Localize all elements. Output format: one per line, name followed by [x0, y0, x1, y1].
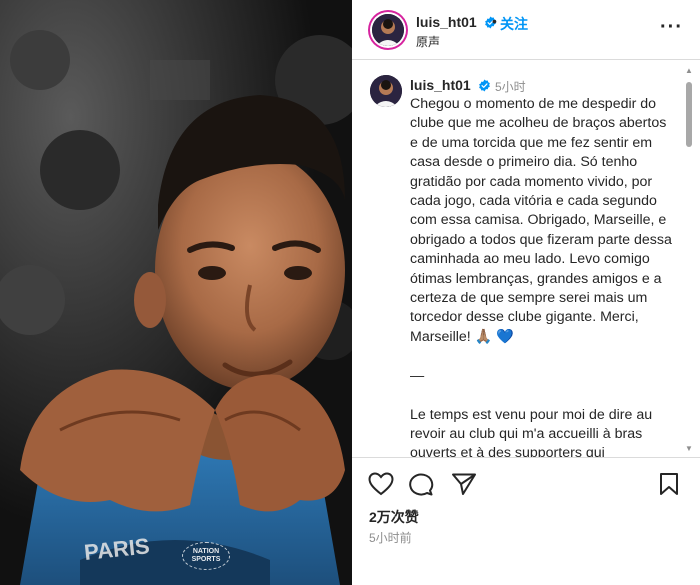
avatar-image: [370, 75, 402, 107]
more-options-button[interactable]: ···: [660, 17, 683, 37]
player-photo: PARIS: [0, 0, 352, 585]
post-header: luis_ht01 • 关注 原声 ···: [352, 0, 700, 60]
post-time[interactable]: 5小时前: [369, 529, 412, 546]
verified-badge-icon: [478, 79, 490, 92]
caption-author-avatar[interactable]: [370, 75, 402, 107]
comments-section[interactable]: luis_ht01 5小时 Chegou o momento de me des…: [352, 61, 700, 457]
original-audio-link[interactable]: 原声: [416, 33, 440, 50]
caption-timestamp: 5小时: [495, 80, 526, 94]
author-username[interactable]: luis_ht01: [416, 14, 497, 30]
heart-icon[interactable]: [368, 472, 394, 501]
caption-text: Chegou o momento de me despedir do clube…: [410, 96, 672, 457]
scroll-thumb[interactable]: [686, 82, 692, 147]
like-count[interactable]: 2万次赞: [369, 507, 419, 527]
scroll-down-arrow-icon[interactable]: ▼: [685, 444, 693, 453]
paper-plane-icon[interactable]: [451, 472, 477, 501]
author-username-text: luis_ht01: [416, 14, 477, 30]
scroll-up-arrow-icon[interactable]: ▲: [685, 66, 693, 75]
caption-username-text: luis_ht01: [410, 77, 471, 93]
avatar-image: [372, 14, 404, 46]
nation-sports-watermark: NATION SPORTS: [182, 542, 230, 570]
watermark-line-2: SPORTS: [191, 556, 221, 563]
post-media[interactable]: PARIS NATION SPORTS: [0, 0, 352, 585]
post-side-panel: luis_ht01 • 关注 原声 ··· luis_ht01 5小时 Cheg…: [352, 0, 700, 585]
post-actions: 2万次赞 5小时前: [352, 457, 700, 585]
header-separator: •: [492, 13, 497, 29]
comment-bubble-icon[interactable]: [408, 472, 434, 501]
caption-username[interactable]: luis_ht01: [410, 77, 491, 93]
watermark-line-1: NATION: [192, 548, 220, 555]
bookmark-icon[interactable]: [658, 472, 680, 501]
author-avatar[interactable]: [372, 14, 404, 46]
comments-scrollbar[interactable]: ▲ ▼: [684, 66, 694, 453]
follow-button[interactable]: 关注: [500, 14, 528, 34]
